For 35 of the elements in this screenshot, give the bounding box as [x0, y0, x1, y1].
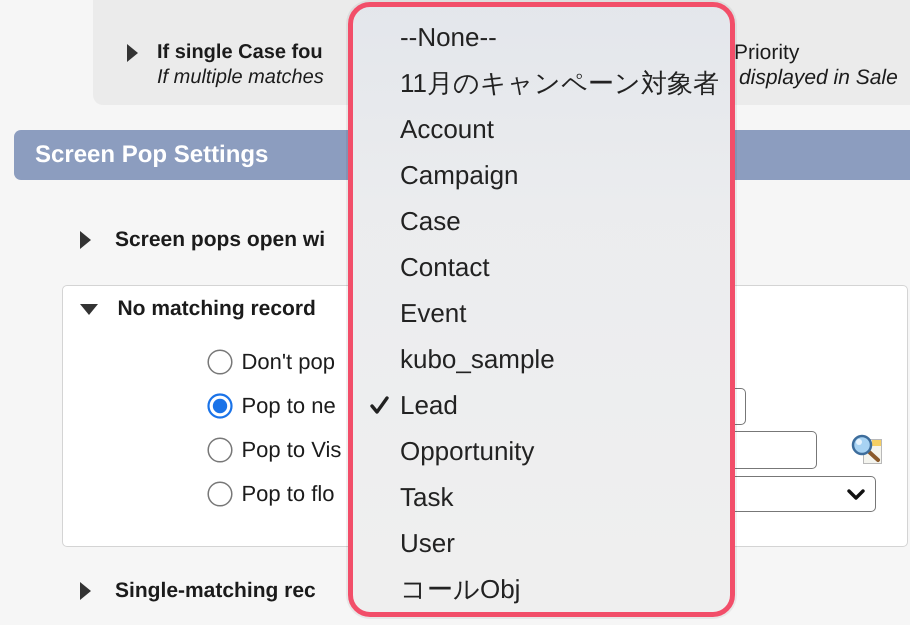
rule-note: If multiple matches: [157, 66, 324, 89]
radio-label[interactable]: Pop to ne: [242, 393, 336, 419]
radio-button[interactable]: [206, 437, 232, 463]
radio-label[interactable]: Pop to flo: [242, 481, 334, 507]
select-field[interactable]: [734, 476, 876, 512]
chevron-down-icon: [846, 488, 864, 500]
menu-item[interactable]: Event: [353, 290, 730, 336]
menu-item[interactable]: Task: [353, 474, 730, 520]
menu-item[interactable]: kubo_sample: [353, 336, 730, 382]
rule-title: If single Case fou: [157, 41, 323, 64]
menu-item[interactable]: Lead: [353, 382, 730, 428]
menu-item[interactable]: Opportunity: [353, 428, 730, 474]
section-label[interactable]: Screen pops open wi: [115, 228, 326, 252]
input-field[interactable]: [734, 431, 816, 469]
menu-item[interactable]: 11月のキャンペーン対象者: [353, 60, 730, 106]
caret-down-icon[interactable]: [80, 304, 98, 314]
radio-button[interactable]: [206, 349, 232, 375]
menu-item[interactable]: Contact: [353, 244, 730, 290]
caret-right-icon[interactable]: [127, 44, 138, 62]
menu-item[interactable]: --None--: [353, 14, 730, 60]
section-label[interactable]: No matching record: [118, 297, 316, 321]
caret-right-icon[interactable]: [80, 231, 91, 249]
menu-item[interactable]: コールObj: [353, 566, 730, 612]
rule-note: displayed in Sale: [739, 66, 898, 90]
section-label[interactable]: Single-matching rec: [115, 579, 316, 603]
select-field[interactable]: [734, 388, 746, 424]
menu-item[interactable]: User: [353, 520, 730, 566]
radio-button[interactable]: [206, 481, 232, 507]
menu-item[interactable]: Case: [353, 198, 730, 244]
radio-label[interactable]: Don't pop: [242, 349, 335, 375]
radio-button[interactable]: [206, 393, 232, 419]
search-icon[interactable]: [851, 434, 884, 466]
rule-value: Priority: [734, 40, 800, 64]
caret-right-icon[interactable]: [80, 582, 91, 600]
radio-label[interactable]: Pop to Vis: [242, 437, 342, 463]
